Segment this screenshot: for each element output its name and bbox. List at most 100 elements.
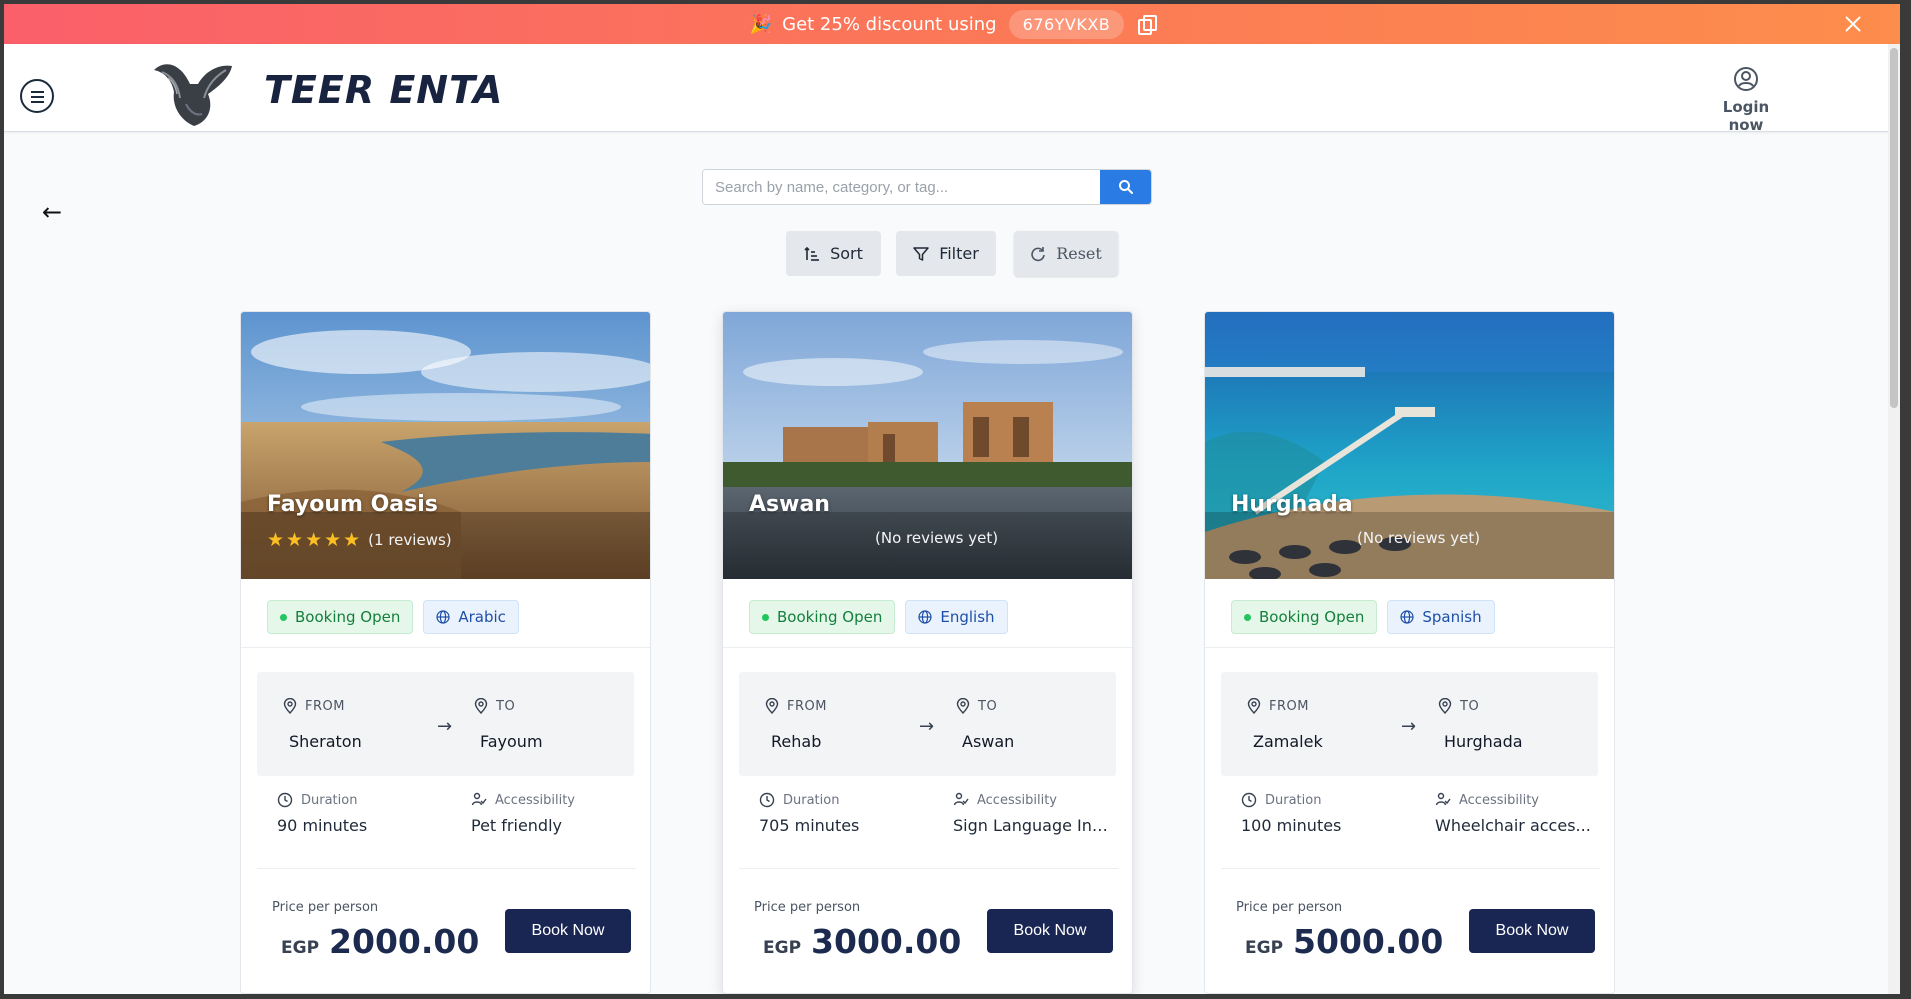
trip-image: Hurghada (No reviews yet) [1205,312,1614,579]
scrollbar-thumb[interactable] [1890,48,1898,408]
trip-title: Aswan [749,492,830,517]
filter-label: Filter [939,244,979,263]
accessibility-value: Pet friendly [471,816,562,835]
filter-funnel-icon [913,246,929,261]
from-label: FROM [1247,698,1309,714]
to-value: Fayoum [480,732,543,751]
arrow-right-icon: → [1401,716,1417,737]
accessibility-label: Accessibility [471,792,575,808]
site-header: TEER ENTA Login now [4,44,1900,134]
to-label: TO [956,698,997,714]
divider [1221,868,1600,869]
search-bar [702,169,1152,205]
brand-name[interactable]: TEER ENTA [264,68,503,112]
trip-card[interactable]: Fayoum Oasis ★★★★★ (1 reviews) Booking O… [240,311,651,994]
divider [739,868,1118,869]
status-badge: Booking Open [749,600,896,634]
status-dot-icon [762,613,769,621]
rating-row: (No reviews yet) [875,529,998,547]
from-label: FROM [283,698,345,714]
map-pin-icon [283,698,297,714]
clock-icon [277,792,293,808]
price-label: Price per person [754,900,861,915]
to-label: TO [474,698,515,714]
copy-icon[interactable] [1138,15,1158,35]
book-now-button[interactable]: Book Now [1469,909,1595,953]
duration-value: 705 minutes [759,816,860,835]
currency: EGP [1245,938,1284,958]
globe-icon [918,610,932,624]
page-viewport: 🎉 Get 25% discount using 676YVKXB TEER E… [4,4,1900,994]
clock-icon [759,792,775,808]
status-badge: Booking Open [267,600,414,634]
arrow-left-icon[interactable]: ← [42,198,62,226]
route-box: FROM Rehab → TO Aswan [739,672,1116,776]
brand-logo[interactable] [150,54,236,130]
star-rating-icon: ★★★★★ [267,529,363,551]
search-input[interactable] [703,170,1100,204]
from-value: Zamalek [1253,732,1323,751]
search-icon [1118,180,1133,194]
status-label: Booking Open [777,608,883,626]
trip-image: Aswan (No reviews yet) [723,312,1132,579]
to-value: Hurghada [1444,732,1523,751]
filter-button[interactable]: Filter [896,231,996,276]
map-pin-icon [765,698,779,714]
route-box: FROM Sheraton → TO Fayoum [257,672,634,776]
status-dot-icon [1244,613,1251,621]
sort-label: Sort [830,244,863,263]
trip-card[interactable]: Aswan (No reviews yet) Booking Open Engl… [722,311,1133,994]
party-popper-icon: 🎉 [749,13,773,35]
to-label: TO [1438,698,1479,714]
currency: EGP [763,938,802,958]
language-label: English [940,608,995,626]
price-label: Price per person [1236,900,1343,915]
price: EGP 3000.00 [763,922,961,961]
accessibility-person-icon [1435,792,1451,806]
rating-row: ★★★★★ (1 reviews) [267,529,452,551]
refresh-icon [1031,246,1045,261]
from-value: Sheraton [289,732,362,751]
map-pin-icon [956,698,970,714]
status-badge: Booking Open [1231,600,1378,634]
map-pin-icon [474,698,488,714]
trip-card[interactable]: Hurghada (No reviews yet) Booking Open S… [1204,311,1615,994]
duration-value: 100 minutes [1241,816,1342,835]
map-pin-icon [1247,698,1261,714]
globe-icon [436,610,450,624]
reviews-count: (No reviews yet) [1357,529,1481,547]
login-button[interactable]: Login now [1704,66,1788,134]
accessibility-label: Accessibility [953,792,1057,808]
price-amount: 5000.00 [1293,922,1444,961]
reset-button[interactable]: Reset [1014,231,1118,276]
from-value: Rehab [771,732,822,751]
currency: EGP [281,938,320,958]
from-label: FROM [765,698,827,714]
status-label: Booking Open [1259,608,1365,626]
reset-label: Reset [1056,244,1102,263]
accessibility-person-icon [471,792,487,806]
language-badge: Arabic [423,600,519,634]
promo-code[interactable]: 676YVKXB [1008,9,1125,39]
price-amount: 2000.00 [329,922,480,961]
search-button[interactable] [1100,170,1151,204]
book-now-button[interactable]: Book Now [505,909,631,953]
map-pin-icon [1438,698,1452,714]
hamburger-menu-icon[interactable] [20,79,54,113]
close-icon[interactable] [1842,13,1864,35]
book-now-button[interactable]: Book Now [987,909,1113,953]
promo-banner: 🎉 Get 25% discount using 676YVKXB [4,4,1900,44]
arrow-right-icon: → [437,716,453,737]
status-label: Booking Open [295,608,401,626]
divider [723,647,1132,648]
reviews-count: (No reviews yet) [875,529,999,547]
badge-row: Booking Open Spanish [1231,600,1495,634]
rating-row: (No reviews yet) [1357,529,1480,547]
duration-label: Duration [277,792,357,808]
price-amount: 3000.00 [811,922,962,961]
duration-label: Duration [1241,792,1321,808]
trip-title: Hurghada [1231,492,1353,517]
scrollbar[interactable] [1888,44,1900,994]
accessibility-label: Accessibility [1435,792,1539,808]
sort-button[interactable]: Sort [786,231,881,276]
